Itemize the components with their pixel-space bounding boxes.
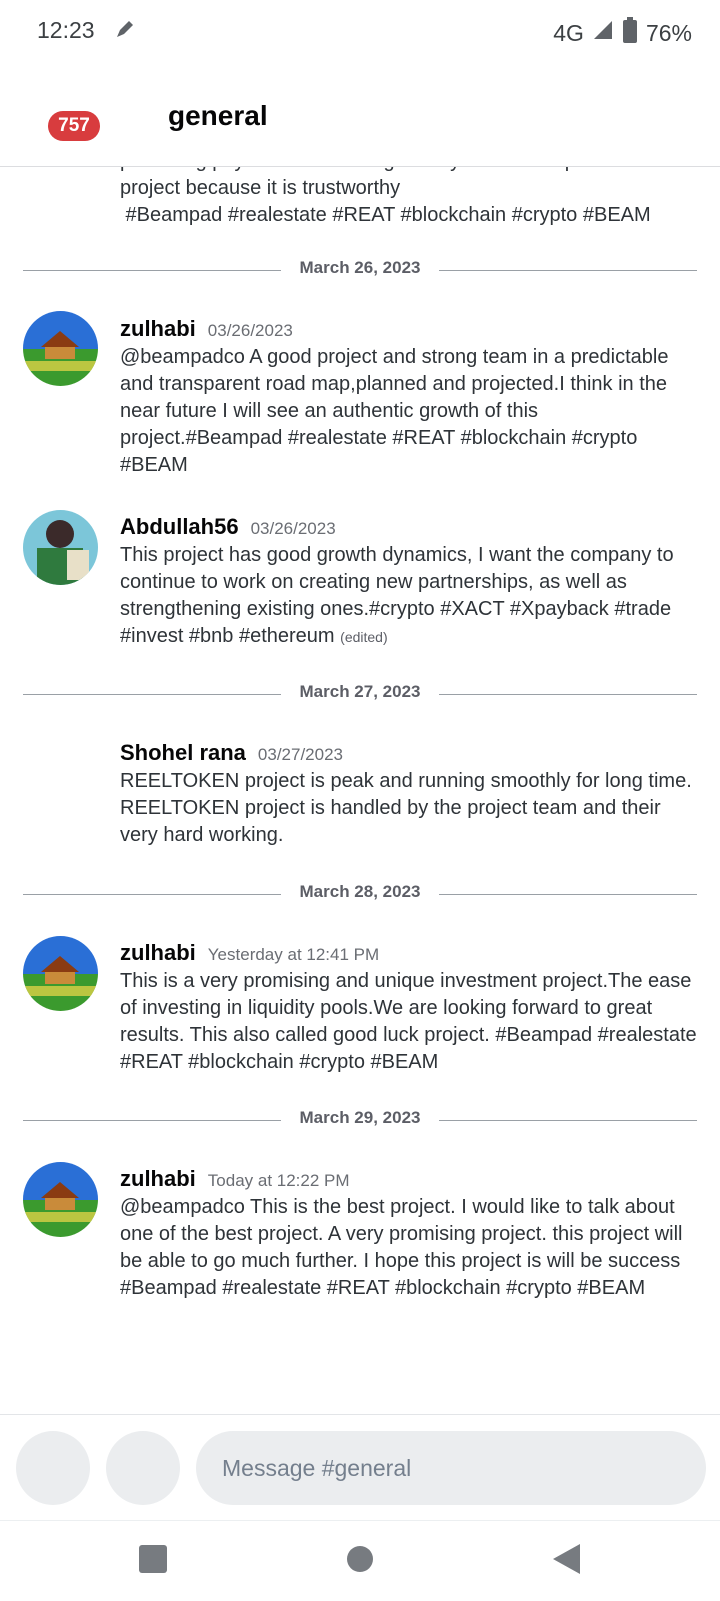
back-button[interactable] [546,1541,586,1581]
recents-button[interactable] [133,1541,173,1581]
divider-date: March 27, 2023 [299,682,421,701]
battery-percent: 76% [645,19,692,46]
status-indicators: 4G 76% [553,17,692,49]
message-timestamp: Yesterday at 12:41 PM [207,945,380,964]
date-divider: March 29, 2023 [23,1108,697,1132]
message-input[interactable] [196,1431,706,1505]
author-name[interactable]: Abdullah56 [120,514,239,540]
message-text: @beampadco This is the best project. I w… [120,1196,683,1299]
message: zulhabi Yesterday at 12:41 PM This is a … [120,940,700,1076]
message-list[interactable]: promising payment. I encourage everyone … [0,166,720,1414]
avatar[interactable] [23,510,98,585]
divider-date: March 29, 2023 [299,1108,421,1127]
message: Shohel rana 03/27/2023 REELTOKEN project… [120,740,700,849]
message-text: This is a very promising and unique inve… [120,970,697,1073]
circle-icon [345,1544,375,1579]
message-text: This project has good growth dynamics, I… [120,544,674,647]
avatar[interactable] [23,311,98,386]
message-timestamp: Today at 12:22 PM [207,1171,350,1190]
system-nav-bar [0,1520,720,1601]
author-name[interactable]: Shohel rana [120,740,246,766]
avatar[interactable] [23,1162,98,1237]
author-name[interactable]: zulhabi [120,1166,196,1192]
date-divider: March 28, 2023 [23,882,697,906]
message-timestamp: 03/27/2023 [257,745,344,764]
status-time: 12:23 [37,17,95,43]
avatar[interactable] [23,936,98,1011]
status-bar: 12:23 4G 76% [0,0,720,64]
author-name[interactable]: zulhabi [120,316,196,342]
gift-button[interactable] [106,1431,180,1505]
pen-icon [114,18,136,45]
date-divider: March 26, 2023 [23,258,697,282]
square-icon [138,1544,168,1579]
divider-date: March 28, 2023 [299,882,421,901]
message: Abdullah56 03/26/2023 This project has g… [120,514,700,651]
message: zulhabi Today at 12:22 PM @beampadco Thi… [120,1166,700,1302]
message-timestamp: 03/26/2023 [250,519,336,538]
message: zulhabi 03/26/2023 @beampadco A good pro… [120,316,700,479]
author-name[interactable]: zulhabi [120,940,196,966]
message-timestamp: 03/26/2023 [207,321,293,340]
divider-date: March 26, 2023 [299,258,421,277]
unread-badge[interactable]: 757 [48,111,100,141]
back-triangle-icon [551,1543,581,1580]
date-divider: March 27, 2023 [23,682,697,706]
channel-title[interactable]: general [168,100,268,132]
network-label: 4G [553,19,584,46]
attach-button[interactable] [16,1431,90,1505]
message-text: project because it is trustworthy [120,177,401,199]
message-text: @beampadco A good project and strong tea… [120,346,669,476]
message-text: #Beampad #realestate #REAT #blockchain #… [120,204,651,226]
home-button[interactable] [340,1541,380,1581]
signal-icon [592,19,614,47]
message-text: REELTOKEN project is peak and running sm… [120,770,692,846]
channel-header: 757 general [0,64,720,167]
message-composer [0,1414,720,1521]
battery-icon [622,17,638,49]
partial-message: promising payment. I encourage everyone … [120,166,700,229]
edited-label: (edited) [340,629,388,645]
message-text: promising payment. I encourage everyone … [120,166,700,175]
